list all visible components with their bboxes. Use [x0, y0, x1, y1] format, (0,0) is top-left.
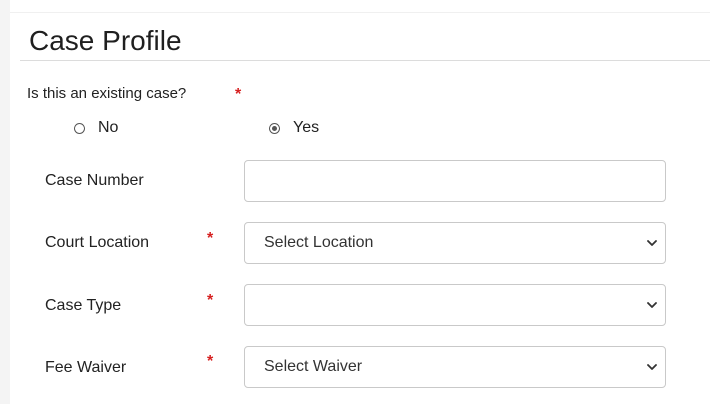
court-location-label: Court Location [45, 234, 150, 251]
existing-case-required-marker: * [235, 86, 242, 103]
existing-case-radio-yes[interactable]: Yes [269, 118, 319, 138]
panel-top-divider [10, 12, 710, 13]
fee-waiver-required-marker: * [207, 353, 214, 370]
fee-waiver-label: Fee Waiver [45, 359, 127, 376]
radio-no-label: No [98, 119, 119, 136]
fee-waiver-select[interactable]: Select Waiver [244, 346, 666, 388]
case-number-input[interactable] [244, 160, 666, 202]
chevron-down-icon [647, 362, 657, 372]
section-title-divider [20, 60, 710, 61]
case-profile-panel: Case Profile Is this an existing case? *… [10, 0, 710, 404]
chevron-down-icon [647, 300, 657, 310]
radio-yes-circle[interactable] [269, 122, 280, 134]
case-type-label: Case Type [45, 297, 122, 314]
court-location-select[interactable]: Select Location [244, 222, 666, 264]
existing-case-question: Is this an existing case? [27, 85, 187, 102]
existing-case-radio-no[interactable]: No [74, 118, 118, 138]
fee-waiver-selected-value: Select Waiver [264, 358, 363, 375]
radio-yes-label: Yes [293, 119, 320, 136]
court-location-selected-value: Select Location [264, 234, 374, 251]
court-location-required-marker: * [207, 230, 214, 247]
chevron-down-icon [647, 238, 657, 248]
section-title: Case Profile [29, 25, 182, 56]
case-number-label: Case Number [45, 172, 144, 189]
radio-no-circle[interactable] [74, 122, 85, 134]
case-type-select[interactable] [244, 284, 666, 326]
case-type-required-marker: * [207, 292, 214, 309]
